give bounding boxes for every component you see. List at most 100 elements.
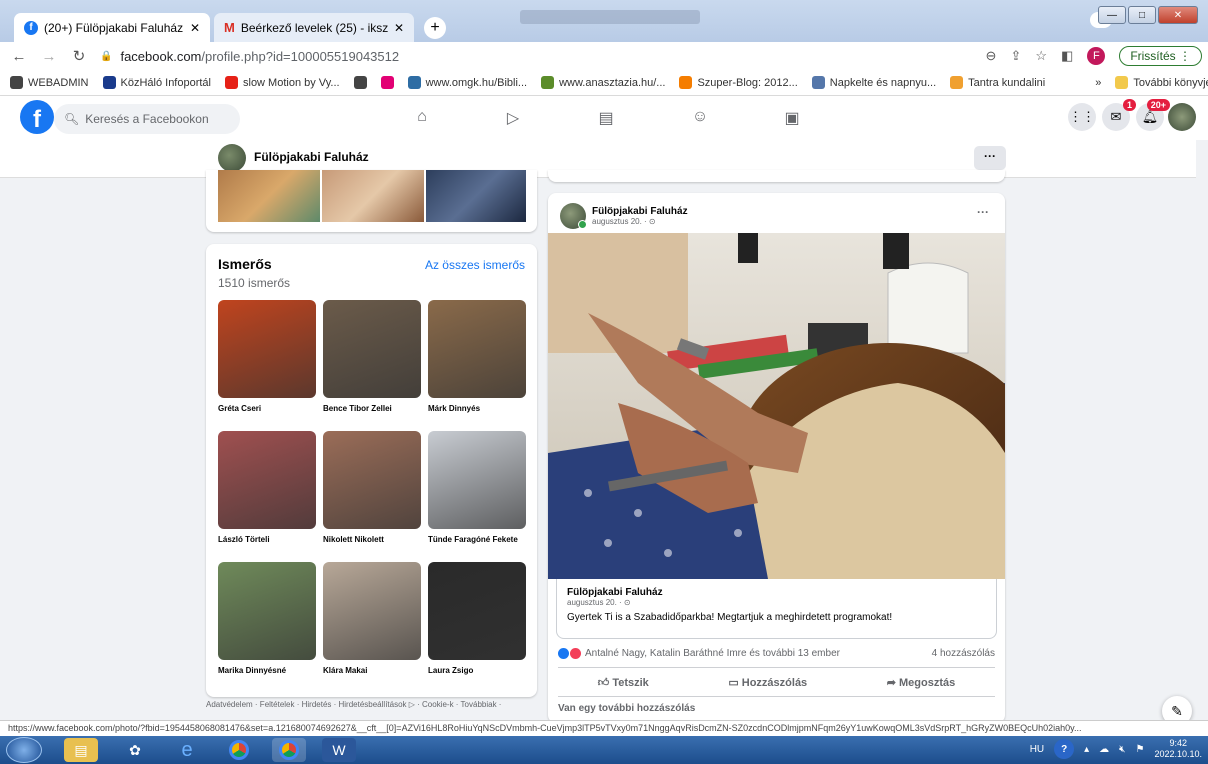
minimize-button[interactable]: — — [1098, 6, 1126, 24]
bookmark-item[interactable]: KözHáló Infoportál — [102, 76, 211, 89]
account-avatar[interactable] — [1168, 103, 1196, 131]
friend-name[interactable]: Marika Dinnyésné — [218, 666, 316, 675]
new-tab-button[interactable]: + — [424, 17, 446, 39]
bookmark-item[interactable] — [353, 76, 367, 89]
cloud-icon[interactable]: ☁ — [1099, 744, 1109, 755]
start-button-icon[interactable] — [6, 737, 42, 763]
friend-name[interactable]: Laura Zsigo — [428, 666, 526, 675]
reactors[interactable]: Antalné Nagy, Katalin Baráthné Imre és t… — [558, 648, 840, 659]
menu-grid-icon[interactable]: ⋮⋮ — [1068, 103, 1096, 131]
language-indicator[interactable]: HU — [1030, 744, 1044, 755]
friend-photo[interactable] — [428, 300, 526, 398]
bookmark-item[interactable]: www.omgk.hu/Bibli... — [407, 76, 527, 89]
friend-photo[interactable] — [218, 300, 316, 398]
see-all-friends-link[interactable]: Az összes ismerős — [425, 258, 525, 272]
maximize-button[interactable]: □ — [1128, 6, 1156, 24]
page-more-button[interactable]: ··· — [974, 146, 1006, 170]
watch-icon[interactable]: ▷ — [503, 108, 523, 128]
page-scrollbar[interactable] — [1196, 140, 1208, 720]
zoom-icon[interactable]: ⊖ — [986, 48, 997, 64]
friend-item[interactable]: Laura Zsigo — [428, 562, 526, 693]
facebook-search-input[interactable]: 🔍︎ Keresés a Facebookon — [54, 104, 240, 134]
page-avatar[interactable] — [218, 144, 246, 172]
friend-name[interactable]: Bence Tibor Zellei — [323, 404, 421, 413]
chrome-icon[interactable] — [222, 738, 256, 762]
friend-photo[interactable] — [323, 562, 421, 660]
friend-photo[interactable] — [323, 431, 421, 529]
messenger-icon[interactable]: ✉ 1 — [1102, 99, 1136, 131]
comments-count[interactable]: 4 hozzászólás — [932, 648, 995, 659]
post-date[interactable]: augusztus 20. · ⊙ — [592, 217, 688, 226]
friend-item[interactable]: Marika Dinnyésné — [218, 562, 316, 693]
back-icon[interactable]: ← — [8, 48, 30, 65]
update-button[interactable]: Frissítés ⋮ — [1119, 46, 1202, 66]
post-author[interactable]: Fülöpjakabi Faluház — [592, 206, 688, 217]
close-tab-icon[interactable]: ✕ — [394, 21, 404, 35]
friend-photo[interactable] — [323, 300, 421, 398]
shared-post-preview[interactable]: Fülöpjakabi Faluház augusztus 20. · ⊙ Gy… — [556, 579, 997, 639]
friend-item[interactable]: Tünde Faragóné Fekete — [428, 431, 526, 562]
home-icon[interactable]: ⌂ — [412, 108, 432, 128]
bookmarks-overflow-icon[interactable]: » — [1095, 77, 1101, 89]
comment-button[interactable]: ▭ Hozzászólás — [728, 676, 807, 689]
word-icon[interactable]: W — [322, 738, 356, 762]
photo-thumbnail[interactable] — [322, 170, 424, 222]
bookmark-item[interactable]: www.anasztazia.hu/... — [541, 76, 665, 89]
marketplace-icon[interactable]: ▤ — [596, 108, 616, 128]
groups-icon[interactable]: ☺ — [690, 108, 710, 128]
speaker-muted-icon[interactable]: 🔇︎ — [1119, 744, 1125, 755]
clock[interactable]: 9:42 2022.10.10. — [1154, 738, 1202, 760]
bookmark-star-icon[interactable]: ☆ — [1035, 48, 1047, 64]
post-more-button[interactable]: ··· — [977, 205, 989, 219]
file-explorer-icon[interactable]: ▤ — [64, 738, 98, 762]
url-field[interactable]: 🔒 facebook.com/profile.php?id=1000055190… — [100, 49, 399, 64]
bookmark-item[interactable]: WEBADMIN — [10, 76, 89, 89]
side-panel-icon[interactable]: ◧ — [1061, 48, 1073, 64]
friend-item[interactable]: László Törteli — [218, 431, 316, 562]
share-button[interactable]: ➦ Megosztás — [887, 676, 956, 689]
photo-viewer-icon[interactable]: ✿ — [118, 738, 152, 762]
friend-name[interactable]: László Törteli — [218, 535, 316, 544]
bookmark-item[interactable]: Tantra kundalini — [950, 76, 1045, 89]
post-author-avatar[interactable] — [560, 203, 587, 229]
friend-name[interactable]: Nikolett Nikolett — [323, 535, 421, 544]
more-comments-link[interactable]: Van egy további hozzászólás — [558, 703, 695, 714]
bookmark-item[interactable]: Napkelte és napnyu... — [811, 76, 936, 89]
friend-name[interactable]: Gréta Cseri — [218, 404, 316, 413]
friend-name[interactable]: Klára Makai — [323, 666, 421, 675]
friend-photo[interactable] — [428, 562, 526, 660]
friend-photo[interactable] — [218, 562, 316, 660]
bookmark-item[interactable]: Szuper-Blog: 2012... — [679, 76, 798, 89]
friend-item[interactable]: Gréta Cseri — [218, 300, 316, 431]
friend-name[interactable]: Márk Dinnyés — [428, 404, 526, 413]
tray-arrow-icon[interactable]: ▴ — [1084, 744, 1089, 755]
bookmark-item[interactable] — [380, 76, 394, 89]
friend-item[interactable]: Klára Makai — [323, 562, 421, 693]
tab-gmail[interactable]: M Beérkező levelek (25) - iksztfulop ✕ — [214, 13, 414, 42]
friend-item[interactable]: Márk Dinnyés — [428, 300, 526, 431]
gaming-icon[interactable]: ▣ — [782, 108, 802, 128]
internet-explorer-icon[interactable]: e — [170, 738, 204, 762]
close-tab-icon[interactable]: ✕ — [190, 21, 200, 35]
friend-item[interactable]: Bence Tibor Zellei — [323, 300, 421, 431]
close-window-button[interactable]: ✕ — [1158, 6, 1198, 24]
bookmark-item[interactable]: slow Motion by Vy... — [225, 76, 340, 89]
facebook-logo-icon[interactable]: f — [20, 100, 54, 134]
shared-author[interactable]: Fülöpjakabi Faluház — [567, 587, 986, 598]
friend-photo[interactable] — [428, 431, 526, 529]
photo-thumbnail[interactable] — [218, 170, 320, 222]
friend-name[interactable]: Tünde Faragóné Fekete — [428, 535, 526, 544]
photo-thumbnail[interactable] — [426, 170, 526, 222]
notifications-bell-icon[interactable]: 🔔︎ 20+ — [1136, 99, 1170, 131]
network-icon[interactable]: ⚑ — [1135, 744, 1144, 755]
chrome-active-icon[interactable] — [272, 738, 306, 762]
friend-photo[interactable] — [218, 431, 316, 529]
share-icon[interactable]: ⇪ — [1010, 48, 1021, 64]
help-icon[interactable]: ? — [1054, 739, 1075, 759]
tab-facebook[interactable]: f (20+) Fülöpjakabi Faluház | Faceb ✕ — [14, 13, 210, 42]
friend-item[interactable]: Nikolett Nikolett — [323, 431, 421, 562]
profile-avatar[interactable]: F — [1087, 47, 1106, 65]
footer-links[interactable]: Adatvédelem · Feltételek · Hirdetés · Hi… — [206, 700, 501, 709]
forward-icon[interactable]: → — [38, 48, 60, 65]
other-bookmarks[interactable]: További könyvjelzők — [1115, 76, 1208, 89]
